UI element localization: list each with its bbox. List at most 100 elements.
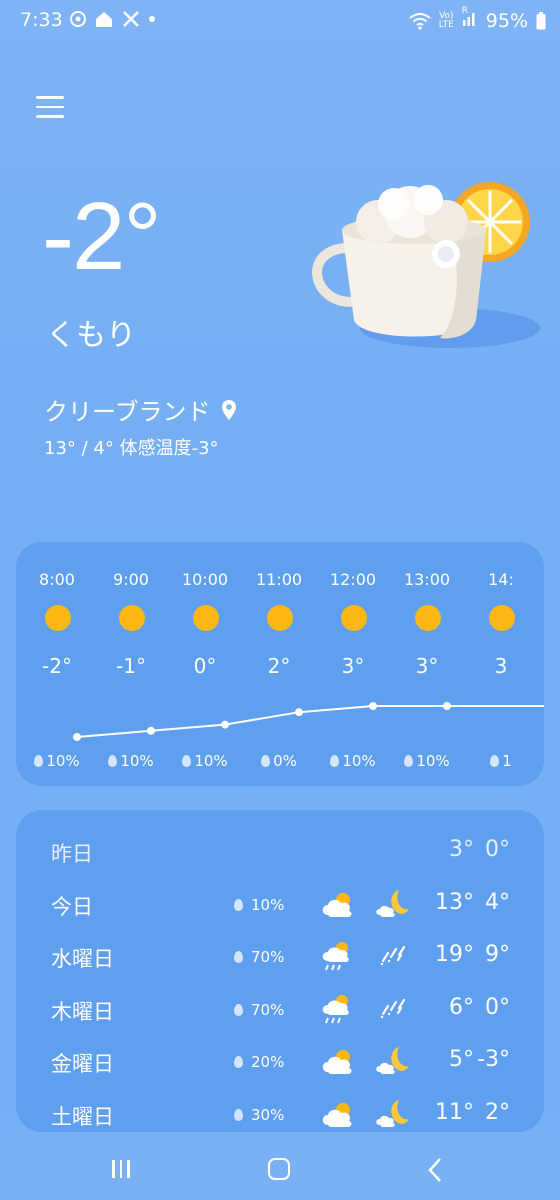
temp-point — [295, 708, 303, 717]
temp-point — [147, 726, 155, 735]
rain-cloud-icon — [318, 939, 356, 973]
temp-point — [73, 733, 81, 741]
day-high: 13° — [435, 890, 474, 915]
sun-icon — [119, 605, 145, 631]
daily-forecast[interactable]: 昨日 3° 0° 今日 10% 13° 4° 水曜日 70% 19° 9° 木曜日 70% 6° 0° 金曜日… — [16, 810, 544, 1132]
sun-icon — [341, 605, 367, 631]
raindrop-icon — [234, 1109, 243, 1121]
moon-cloud-icon — [374, 1044, 412, 1078]
hour-temp: 3 — [494, 654, 508, 678]
day-low: -3° — [477, 1047, 510, 1072]
day-row[interactable]: 土曜日 30% 11° 2° — [16, 1095, 544, 1132]
battery-icon — [536, 11, 546, 29]
home-button[interactable] — [268, 1158, 290, 1180]
menu-button[interactable] — [36, 96, 64, 120]
day-name: 昨日 — [51, 842, 93, 866]
day-row[interactable]: 木曜日 70% 6° 0° — [16, 990, 544, 1030]
raindrop-icon — [261, 755, 271, 767]
location-pin-icon — [221, 399, 236, 420]
raindrop-icon — [404, 755, 414, 767]
hour-rain-chance: 10% — [316, 752, 390, 770]
current-temperature: -2° — [42, 183, 162, 290]
high-low-feels: 13° / 4° 体感温度-3° — [44, 438, 219, 459]
partly-cloudy-icon — [318, 1044, 356, 1078]
sun-icon — [45, 605, 71, 631]
day-low: 2° — [485, 1100, 510, 1125]
day-high: 19° — [435, 942, 474, 967]
day-name: 金曜日 — [51, 1052, 114, 1076]
hourly-forecast[interactable]: 8:00 -2° 10% 9:00 -1° 10% 10:00 0° 10% 11:00 2° 0% 1… — [16, 542, 544, 786]
hour-time: 10:00 — [181, 570, 229, 589]
status-time: 7:33 — [20, 9, 63, 31]
rain-icon — [374, 992, 412, 1026]
hour-rain-chance: 10% — [20, 752, 94, 770]
day-name: 木曜日 — [51, 1000, 114, 1024]
partly-cloudy-icon — [318, 887, 356, 921]
location-name: クリーブランド — [44, 398, 211, 426]
hour-time: 8:00 — [39, 570, 75, 589]
temp-point — [221, 720, 229, 729]
raindrop-icon — [234, 899, 243, 911]
partly-cloudy-icon — [318, 1097, 356, 1131]
hour-temp: -2° — [42, 654, 72, 678]
day-row[interactable]: 今日 10% 13° 4° — [16, 885, 544, 925]
recent-apps-button[interactable] — [112, 1160, 134, 1180]
hour-rain-chance: 10% — [168, 752, 242, 770]
location[interactable]: クリーブランド — [44, 392, 237, 427]
day-low: 9° — [485, 942, 510, 967]
hour-temp: 3° — [341, 654, 365, 678]
x-icon — [123, 11, 139, 27]
hour-time: 9:00 — [113, 570, 149, 589]
system-icons: Vo) LTE R 95% — [409, 7, 546, 32]
raindrop-icon — [234, 1056, 243, 1068]
precip-chance: 20% — [234, 1053, 284, 1071]
current-condition: くもり — [46, 318, 136, 353]
precip-chance: 70% — [234, 948, 284, 966]
hour-temp: 3° — [415, 654, 439, 678]
precip-chance: 10% — [234, 896, 284, 914]
day-low: 0° — [485, 837, 510, 862]
status-bar: 7:33 Vo) LTE R 95% — [0, 0, 560, 44]
hour-rain-chance: 10% — [390, 752, 464, 770]
raindrop-icon — [234, 1004, 243, 1016]
battery-percent: 95% — [485, 9, 528, 32]
temp-point — [443, 702, 451, 710]
hour-rain-chance: 10% — [94, 752, 168, 770]
hour-rain-chance: 1 — [464, 752, 538, 770]
raindrop-icon — [234, 951, 243, 963]
yesterday-row[interactable]: 昨日 3° 0° — [16, 832, 544, 872]
chrome-icon — [70, 11, 86, 27]
raindrop-icon — [34, 755, 44, 767]
hour-temp: -1° — [116, 654, 146, 678]
weather-illustration — [312, 182, 540, 348]
hour-temp: 2° — [267, 654, 291, 678]
sun-icon — [415, 605, 441, 631]
hour-time: 14: — [488, 570, 514, 589]
day-high: 5° — [449, 1047, 474, 1072]
wifi-icon — [409, 12, 431, 30]
precip-chance: 70% — [234, 1001, 284, 1019]
notification-icons — [70, 10, 156, 28]
day-name: 土曜日 — [51, 1105, 114, 1129]
precip-chance: 30% — [234, 1106, 284, 1124]
day-high: 3° — [449, 837, 474, 862]
day-row[interactable]: 金曜日 20% 5° -3° — [16, 1042, 544, 1082]
hour-time: 11:00 — [255, 570, 303, 589]
hour-rain-chance: 0% — [242, 752, 316, 770]
day-row[interactable]: 水曜日 70% 19° 9° — [16, 937, 544, 977]
moon-cloud-icon — [374, 887, 412, 921]
navigation-bar — [0, 1140, 560, 1200]
day-name: 水曜日 — [51, 947, 114, 971]
day-low: 4° — [485, 890, 510, 915]
day-high: 11° — [435, 1100, 474, 1125]
sun-icon — [489, 605, 515, 631]
sun-icon — [193, 605, 219, 631]
raindrop-icon — [490, 755, 500, 767]
rain-icon — [374, 939, 412, 973]
back-button[interactable] — [428, 1157, 442, 1183]
hamburger-icon — [36, 96, 64, 99]
hour-time: 13:00 — [403, 570, 451, 589]
hour-temp: 0° — [193, 654, 217, 678]
home-icon — [96, 12, 112, 27]
signal-icon: R — [462, 7, 478, 32]
